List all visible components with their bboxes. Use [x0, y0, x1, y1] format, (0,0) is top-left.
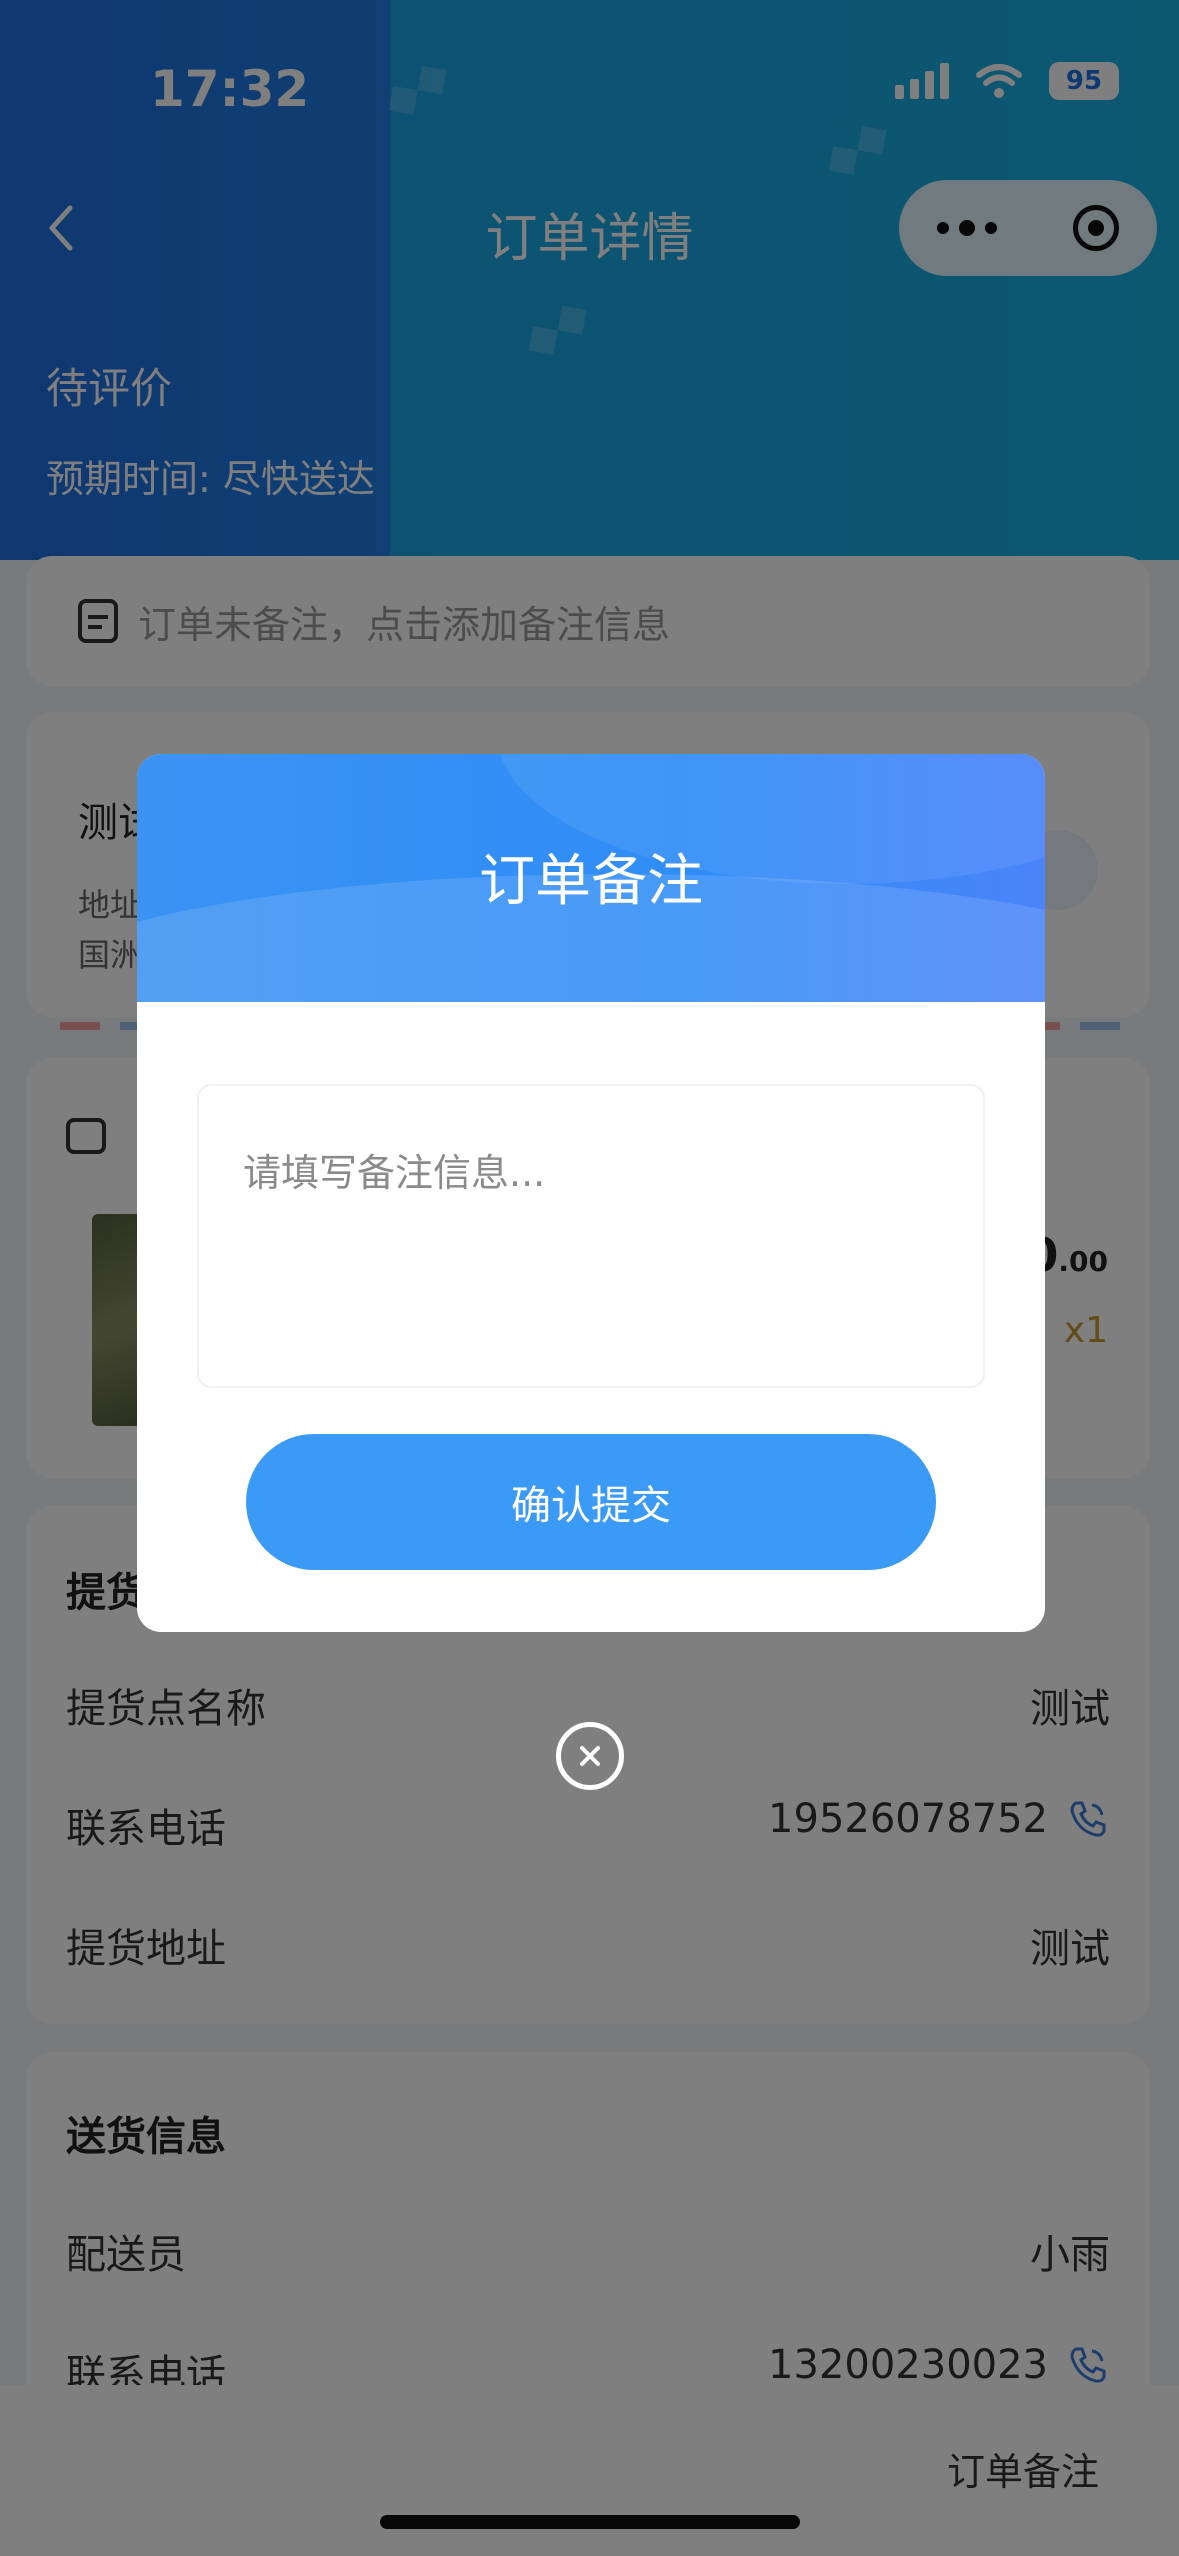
order-remark-modal: 订单备注 确认提交	[137, 754, 1045, 1632]
close-modal-button[interactable]	[556, 1722, 624, 1790]
modal-title: 订单备注	[479, 849, 703, 914]
remark-input[interactable]	[197, 1084, 985, 1388]
modal-header: 订单备注	[137, 754, 1045, 1002]
submit-button[interactable]: 确认提交	[246, 1434, 936, 1570]
close-icon	[580, 1746, 600, 1766]
